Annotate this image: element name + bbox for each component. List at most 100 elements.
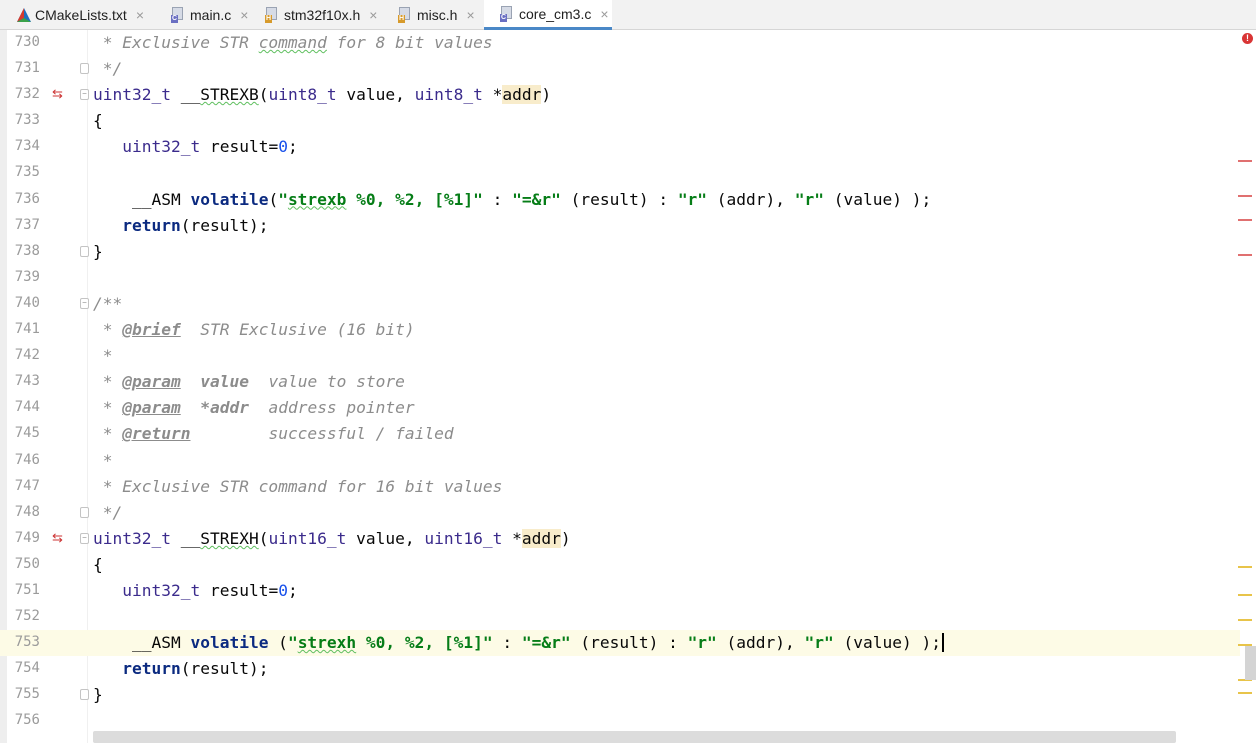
- code-text[interactable]: * @brief STR Exclusive (16 bit): [93, 320, 415, 339]
- tab-core-cm3-c[interactable]: Ccore_cm3.c ×: [484, 0, 612, 30]
- code-line[interactable]: 737 return(result);: [0, 213, 1240, 239]
- code-line[interactable]: 750 {: [0, 552, 1240, 578]
- close-icon[interactable]: ×: [240, 7, 248, 23]
- tab-cmakelists-txt[interactable]: CMakeLists.txt ×: [0, 0, 155, 30]
- line-number[interactable]: 735: [7, 164, 40, 180]
- line-number[interactable]: 741: [7, 321, 40, 337]
- code-text[interactable]: }: [93, 685, 103, 704]
- code-line[interactable]: 738}: [0, 239, 1240, 265]
- line-number[interactable]: 744: [7, 399, 40, 415]
- code-line[interactable]: 730 * Exclusive STR command for 8 bit va…: [0, 30, 1240, 56]
- line-number[interactable]: 753: [7, 634, 40, 650]
- line-number[interactable]: 739: [7, 269, 40, 285]
- line-number[interactable]: 732: [7, 86, 40, 102]
- fold-end-icon[interactable]: [80, 689, 89, 701]
- code-line[interactable]: 743 * @param value value to store: [0, 369, 1240, 395]
- code-text[interactable]: */: [93, 503, 123, 522]
- code-line[interactable]: 755}: [0, 682, 1240, 708]
- code-line[interactable]: 732 ⇆ − uint32_t __STREXB(uint8_t value, ui…: [0, 82, 1240, 108]
- code-text[interactable]: __ASM volatile ("strexh %0, %2, [%1]" : …: [93, 633, 944, 653]
- code-line[interactable]: 754 return(result);: [0, 656, 1240, 682]
- close-icon[interactable]: ×: [369, 7, 377, 23]
- code-text[interactable]: * @param *addr address pointer: [93, 398, 415, 417]
- line-number[interactable]: 734: [7, 138, 40, 154]
- fold-end-icon[interactable]: [80, 245, 89, 257]
- code-text[interactable]: *: [93, 346, 113, 365]
- code-text[interactable]: uint32_t __STREXH(uint16_t value, uint16…: [93, 528, 571, 548]
- line-number[interactable]: 756: [7, 712, 40, 728]
- error-stripe-marker[interactable]: [1238, 219, 1252, 221]
- line-number[interactable]: 736: [7, 191, 40, 207]
- implementation-gutter-icon[interactable]: ⇆: [52, 530, 63, 546]
- code-line[interactable]: 741 * @brief STR Exclusive (16 bit): [0, 317, 1240, 343]
- code-text[interactable]: {: [93, 111, 103, 130]
- code-text[interactable]: uint32_t result=0;: [93, 581, 297, 600]
- line-number[interactable]: 749: [7, 530, 40, 546]
- code-line[interactable]: 751 uint32_t result=0;: [0, 578, 1240, 604]
- line-number[interactable]: 737: [7, 217, 40, 233]
- code-text[interactable]: * @param value value to store: [93, 372, 405, 391]
- line-number[interactable]: 754: [7, 660, 40, 676]
- code-line[interactable]: 734 uint32_t result=0;: [0, 134, 1240, 160]
- fold-end-icon[interactable]: [80, 63, 89, 75]
- line-number[interactable]: 755: [7, 686, 40, 702]
- code-text[interactable]: return(result);: [93, 659, 268, 678]
- fold-collapse-icon[interactable]: −: [80, 297, 89, 309]
- code-line[interactable]: 746 *: [0, 448, 1240, 474]
- vertical-scrollbar-thumb[interactable]: [1245, 646, 1256, 680]
- close-icon[interactable]: ×: [600, 6, 608, 22]
- tab-misc-h[interactable]: Hmisc.h ×: [382, 0, 484, 30]
- code-line[interactable]: 753 __ASM volatile ("strexh %0, %2, [%1]…: [0, 630, 1240, 657]
- horizontal-scrollbar[interactable]: [93, 731, 1176, 743]
- error-stripe-marker[interactable]: [1238, 160, 1252, 162]
- close-icon[interactable]: ×: [466, 7, 474, 23]
- fold-end-icon[interactable]: [80, 506, 89, 518]
- warning-stripe-marker[interactable]: [1238, 594, 1252, 596]
- code-text[interactable]: }: [93, 242, 103, 261]
- warning-stripe-marker[interactable]: [1238, 692, 1252, 694]
- tab-main-c[interactable]: Cmain.c ×: [155, 0, 249, 30]
- code-text[interactable]: /**: [93, 294, 122, 313]
- code-text[interactable]: * Exclusive STR command for 8 bit values: [93, 33, 493, 52]
- code-line[interactable]: 733 {: [0, 108, 1240, 134]
- line-number[interactable]: 750: [7, 556, 40, 572]
- error-indicator-icon[interactable]: !: [1242, 33, 1253, 44]
- code-line[interactable]: 744 * @param *addr address pointer: [0, 395, 1240, 421]
- code-text[interactable]: * Exclusive STR command for 16 bit value…: [93, 477, 503, 496]
- tab-stm32f10x-h[interactable]: Hstm32f10x.h ×: [249, 0, 382, 30]
- code-line[interactable]: 747 * Exclusive STR command for 16 bit v…: [0, 474, 1240, 500]
- code-text[interactable]: uint32_t result=0;: [93, 137, 297, 156]
- fold-collapse-icon[interactable]: −: [80, 532, 89, 544]
- code-line[interactable]: 736 __ASM volatile("strexb %0, %2, [%1]"…: [0, 187, 1240, 213]
- line-number[interactable]: 743: [7, 373, 40, 389]
- fold-collapse-icon[interactable]: −: [80, 89, 89, 101]
- code-text[interactable]: *: [93, 451, 113, 470]
- implementation-gutter-icon[interactable]: ⇆: [52, 86, 63, 102]
- code-line[interactable]: 735: [0, 160, 1240, 186]
- code-line[interactable]: 742 *: [0, 343, 1240, 369]
- code-line[interactable]: 731 */: [0, 56, 1240, 82]
- line-number[interactable]: 731: [7, 60, 40, 76]
- code-text[interactable]: */: [93, 59, 123, 78]
- line-number[interactable]: 751: [7, 582, 40, 598]
- code-text[interactable]: uint32_t __STREXB(uint8_t value, uint8_t…: [93, 85, 551, 105]
- close-icon[interactable]: ×: [136, 7, 144, 23]
- line-number[interactable]: 752: [7, 608, 40, 624]
- error-stripe-marker[interactable]: [1238, 254, 1252, 256]
- line-number[interactable]: 742: [7, 347, 40, 363]
- code-line[interactable]: 748 */: [0, 500, 1240, 526]
- warning-stripe-marker[interactable]: [1238, 566, 1252, 568]
- code-line[interactable]: 752: [0, 604, 1240, 630]
- code-line[interactable]: 749 ⇆ − uint32_t __STREXH(uint16_t value, u…: [0, 526, 1240, 552]
- code-text[interactable]: {: [93, 555, 103, 574]
- line-number[interactable]: 746: [7, 452, 40, 468]
- line-number[interactable]: 733: [7, 112, 40, 128]
- line-number[interactable]: 738: [7, 243, 40, 259]
- code-line[interactable]: 739: [0, 265, 1240, 291]
- code-line[interactable]: 740 −/**: [0, 291, 1240, 317]
- line-number[interactable]: 730: [7, 34, 40, 50]
- line-number[interactable]: 745: [7, 425, 40, 441]
- line-number[interactable]: 748: [7, 504, 40, 520]
- line-number[interactable]: 740: [7, 295, 40, 311]
- error-stripe-marker[interactable]: [1238, 195, 1252, 197]
